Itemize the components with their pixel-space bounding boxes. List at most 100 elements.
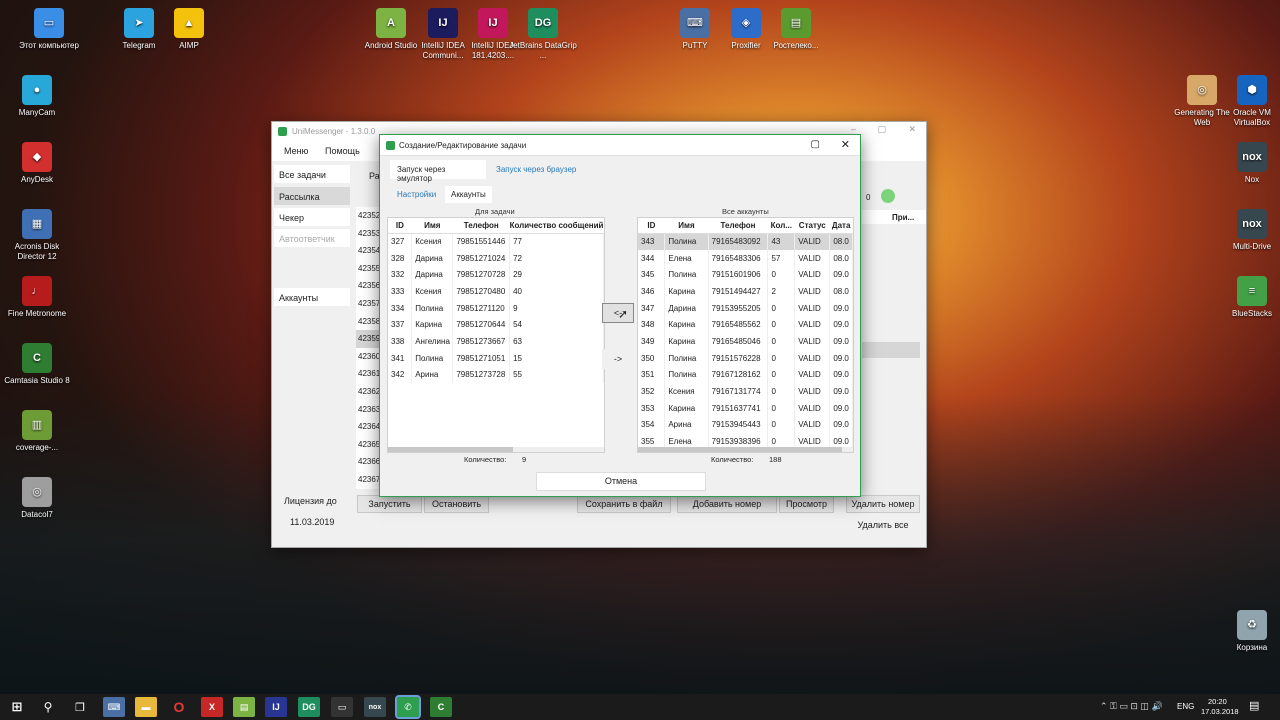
recycle-bin-icon[interactable]: ♻ Корзина [1217, 610, 1280, 653]
table-cell: 79153945443 [708, 416, 769, 434]
rostelecom-icon[interactable]: ▤ Ростелеко... [761, 8, 831, 51]
column-header[interactable]: Телефон [708, 218, 768, 234]
column-header[interactable]: ID [638, 218, 665, 234]
nox-icon[interactable]: nox Nox [1217, 142, 1280, 185]
tray-icons[interactable]: ⌃ ⚿ ▭ ⊡ ◫ 🔊 [1100, 701, 1163, 712]
table-cell: 352 [638, 383, 666, 400]
start-icon[interactable]: ⊞ [6, 697, 28, 717]
column-header[interactable]: Количество сообщений [509, 218, 604, 234]
desktop-icon-label: BlueStacks [1231, 309, 1273, 318]
table-cell: Карина [411, 316, 454, 334]
delete-all-button[interactable]: Удалить все [849, 516, 917, 534]
datacol-icon[interactable]: ◎ Datacol7 [2, 477, 72, 520]
main-maximize-icon[interactable]: ▢ [877, 124, 886, 135]
clock-time[interactable]: 20:20 [1208, 697, 1227, 706]
table-cell: 79165485562 [708, 316, 769, 334]
delete-number-button[interactable]: Удалить номер [846, 495, 920, 513]
menu-item-menu[interactable]: Меню [284, 146, 308, 156]
search-icon[interactable]: ⚲ [37, 697, 59, 717]
column-header[interactable]: Кол... [767, 218, 795, 234]
save-file-button[interactable]: Сохранить в файл [577, 495, 671, 513]
manycam-icon[interactable]: ● ManyCam [2, 75, 72, 118]
taskbar-explorer-icon[interactable]: ▬ [135, 697, 157, 717]
table-row[interactable]: 349 Карина 79165485046 0 VALID 09.0 [638, 333, 853, 350]
start-button[interactable]: Запустить [357, 495, 422, 513]
move-right-button[interactable]: -> [602, 349, 634, 369]
column-header[interactable]: Дата [829, 218, 853, 234]
clock-date[interactable]: 17.03.2018 [1201, 707, 1239, 716]
table-row[interactable]: 347 Дарина 79153955205 0 VALID 09.0 [638, 299, 853, 317]
column-header[interactable]: Телефон [452, 218, 510, 234]
metronome-icon[interactable]: ♩ Fine Metronome [2, 276, 72, 319]
sidebar-item-all-tasks[interactable]: Все задачи [274, 165, 350, 183]
datagrip-icon[interactable]: DG JetBrains DataGrip ... [508, 8, 578, 61]
taskbar-nox-icon[interactable]: nox [364, 697, 386, 717]
table-row[interactable]: 338 Ангелина 79851273667 63 [388, 333, 604, 350]
table-row[interactable]: 342 Арина 79851273728 55 [388, 366, 604, 384]
camtasia-icon[interactable]: C Camtasia Studio 8 [2, 343, 72, 386]
table-row[interactable]: 341 Полина 79851271051 15 [388, 349, 604, 367]
table-row[interactable]: 353 Карина 79151637741 0 VALID 09.0 [638, 399, 853, 417]
table-row[interactable]: 343 Полина 79165483092 43 VALID 08.0 [638, 233, 853, 250]
menu-item-help[interactable]: Помощь [325, 146, 360, 156]
taskbar-datagrip-icon[interactable]: DG [298, 697, 320, 717]
table-row[interactable]: 337 Карина 79851270644 54 [388, 316, 604, 334]
table-row[interactable]: 345 Полина 79151601906 0 VALID 09.0 [638, 266, 853, 284]
table-row[interactable]: 328 Дарина 79851271024 72 [388, 249, 604, 267]
sidebar-item-accounts[interactable]: Аккаунты [274, 288, 350, 306]
view-button[interactable]: Просмотр [779, 495, 834, 513]
taskbar-opera-icon[interactable]: O [168, 697, 190, 717]
dialog-tab-emulator[interactable]: Запуск через эмулятор [390, 160, 486, 183]
acronis-icon[interactable]: ▦ Acronis Disk Director 12 [2, 209, 72, 262]
taskbar-notes-icon[interactable]: ▤ [233, 697, 255, 717]
table-row[interactable]: 351 Полина 79167128162 0 VALID 09.0 [638, 366, 853, 384]
column-header[interactable]: Имя [411, 218, 453, 234]
table-row[interactable]: 332 Дарина 79851270728 29 [388, 266, 604, 284]
table-row[interactable]: 327 Ксения 79851551446 77 [388, 233, 604, 250]
dialog-tab-browser[interactable]: Запуск через браузер [496, 165, 576, 174]
main-close-icon[interactable]: ✕ [908, 124, 916, 135]
subtab-settings[interactable]: Настройки [397, 190, 436, 199]
language-indicator[interactable]: ENG [1177, 702, 1194, 711]
virtualbox-icon[interactable]: ⬢ Oracle VM VirtualBox [1217, 75, 1280, 128]
column-header[interactable]: Статус [794, 218, 830, 234]
anydesk-icon[interactable]: ◆ AnyDesk [2, 142, 72, 185]
right-hscrollbar[interactable] [638, 447, 853, 452]
taskbar-camtasia-icon[interactable]: C [430, 697, 452, 717]
stop-button[interactable]: Остановить [424, 495, 489, 513]
taskbar-intellij-icon[interactable]: IJ [265, 697, 287, 717]
table-row[interactable]: 346 Карина 79151494427 2 VALID 08.0 [638, 283, 853, 300]
table-row[interactable]: 344 Елена 79165483306 57 VALID 08.0 [638, 249, 853, 267]
subtab-accounts[interactable]: Аккаунты [445, 186, 492, 203]
table-row[interactable]: 350 Полина 79151576228 0 VALID 09.0 [638, 349, 853, 367]
column-header[interactable]: ID [388, 218, 412, 234]
bluestacks-icon[interactable]: ≡ BlueStacks [1217, 276, 1280, 319]
table-row[interactable]: 348 Карина 79165485562 0 VALID 09.0 [638, 316, 853, 334]
table-cell: 345 [638, 266, 666, 284]
main-minimize-icon[interactable]: – [851, 124, 856, 134]
taskbar-unimessenger-icon[interactable]: ✆ [395, 695, 421, 719]
table-row[interactable]: 334 Полина 79851271120 9 [388, 299, 604, 317]
add-number-button[interactable]: Добавить номер [677, 495, 777, 513]
sidebar-item-checker[interactable]: Чекер [274, 208, 350, 226]
left-hscrollbar[interactable] [388, 447, 604, 452]
sidebar-item-autoresponder[interactable]: Автоответчик [274, 229, 350, 247]
aimp-icon[interactable]: ▲ AIMP [154, 8, 224, 51]
sidebar-item-mailing[interactable]: Рассылка [274, 187, 350, 205]
table-row[interactable]: 352 Ксения 79167131774 0 VALID 09.0 [638, 383, 853, 400]
dialog-close-icon[interactable]: ✕ [841, 138, 850, 151]
multi-drive-icon[interactable]: nox Multi-Drive [1217, 209, 1280, 252]
table-row[interactable]: 354 Арина 79153945443 0 VALID 09.0 [638, 416, 853, 434]
taskbar-terminal-icon[interactable]: ▭ [331, 697, 353, 717]
notification-icon[interactable]: ▤ [1249, 699, 1259, 712]
column-header[interactable]: Имя [664, 218, 709, 234]
table-cell: VALID [794, 249, 831, 267]
dialog-maximize-icon[interactable]: ▢ [811, 139, 820, 150]
taskbar-app-1-icon[interactable]: ⌨ [103, 697, 125, 717]
task-view-icon[interactable]: ❐ [69, 697, 91, 717]
cancel-button[interactable]: Отмена [536, 472, 706, 491]
this-pc-icon[interactable]: ▭ Этот компьютер [14, 8, 84, 51]
taskbar-jetbrains-icon[interactable]: X [201, 697, 223, 717]
table-row[interactable]: 333 Ксения 79851270480 40 [388, 283, 604, 300]
coverage-icon[interactable]: ▥ coverage-... [2, 410, 72, 453]
